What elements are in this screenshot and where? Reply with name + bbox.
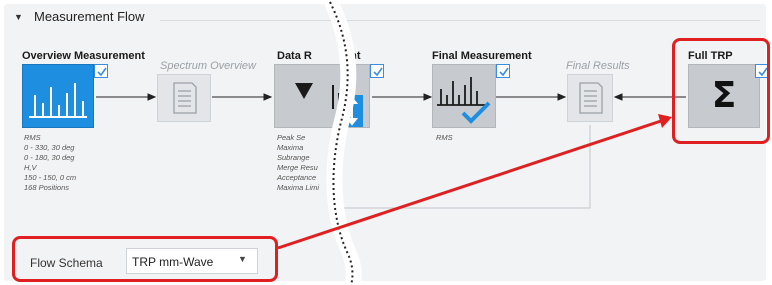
page-break-gap — [322, 0, 362, 285]
annotation-overlay — [277, 0, 672, 285]
